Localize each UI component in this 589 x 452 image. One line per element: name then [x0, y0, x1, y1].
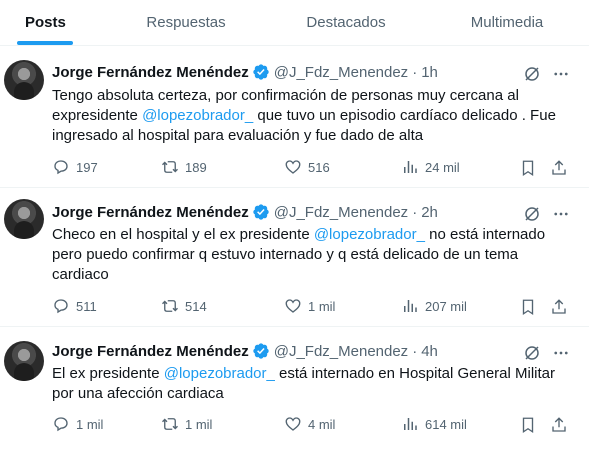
repost-button[interactable]: 514: [161, 297, 207, 315]
repost-button[interactable]: 189: [161, 158, 207, 176]
repost-icon: [162, 300, 178, 312]
like-icon: [285, 417, 301, 431]
like-count: 4 mil: [308, 416, 336, 432]
views-count: 207 mil: [425, 298, 467, 314]
repost-button[interactable]: 1 mil: [161, 415, 212, 433]
share-icon[interactable]: [550, 298, 568, 316]
repost-icon: [162, 161, 178, 173]
tweet-actions: 1 mil 1 mil 4 mil 614 mil: [52, 415, 582, 435]
avatar[interactable]: [4, 199, 44, 239]
tab-label: Multimedia: [470, 14, 544, 31]
share-icon[interactable]: [550, 159, 568, 177]
mention-link[interactable]: @lopezobrador_: [314, 226, 425, 243]
author-name[interactable]: Jorge Fernández Menéndez: [52, 64, 249, 81]
reply-icon: [54, 299, 68, 314]
tweet[interactable]: Jorge Fernández Menéndez @J_Fdz_Menendez…: [0, 327, 589, 452]
verified-badge-icon: [253, 343, 269, 359]
views-count: 614 mil: [425, 416, 467, 432]
views-count: 24 mil: [425, 159, 460, 175]
active-tab-indicator: [17, 41, 73, 45]
tweet[interactable]: Jorge Fernández Menéndez @J_Fdz_Menendez…: [0, 47, 589, 188]
reply-count: 1 mil: [76, 416, 104, 432]
verified-badge-icon: [253, 64, 269, 80]
timestamp[interactable]: 1h: [421, 64, 438, 81]
reply-count: 511: [76, 298, 97, 314]
repost-count: 189: [185, 159, 207, 175]
like-button[interactable]: 516: [284, 158, 330, 176]
reply-button[interactable]: 1 mil: [52, 415, 103, 433]
tab-media[interactable]: Multimedia: [425, 0, 589, 45]
tab-label: Respuestas: [146, 14, 226, 31]
author-name[interactable]: Jorge Fernández Menéndez: [52, 343, 249, 360]
more-icon[interactable]: [551, 205, 571, 223]
tweet-text-part: Checo en el hospital y el ex presidente: [52, 226, 314, 243]
like-icon: [285, 299, 301, 313]
more-icon[interactable]: [551, 344, 571, 362]
tweet-text: Checo en el hospital y el ex presidente …: [52, 225, 572, 285]
tweet-actions: 197 189 516 24 mil: [52, 158, 582, 178]
reply-icon: [54, 160, 68, 175]
repost-icon: [162, 418, 178, 430]
tab-label: Destacados: [306, 14, 386, 31]
verified-badge-icon: [253, 204, 269, 220]
like-count: 516: [308, 159, 330, 175]
more-icon[interactable]: [551, 65, 571, 83]
tweet[interactable]: Jorge Fernández Menéndez @J_Fdz_Menendez…: [0, 188, 589, 327]
mention-link[interactable]: @lopezobrador_: [164, 365, 275, 382]
views-icon: [404, 300, 417, 312]
avatar[interactable]: [4, 341, 44, 381]
bookmark-icon[interactable]: [519, 416, 537, 434]
grok-icon[interactable]: [523, 344, 541, 362]
views-icon: [404, 418, 417, 430]
tweet-header: Jorge Fernández Menéndez @J_Fdz_Menendez…: [52, 203, 438, 221]
tweet-header: Jorge Fernández Menéndez @J_Fdz_Menendez…: [52, 342, 438, 360]
mention-link[interactable]: @lopezobrador_: [142, 107, 253, 124]
tab-highlights[interactable]: Destacados: [267, 0, 425, 45]
author-handle[interactable]: @J_Fdz_Menendez: [274, 343, 408, 360]
like-count: 1 mil: [308, 298, 336, 314]
bookmark-icon[interactable]: [519, 159, 537, 177]
separator: ·: [412, 203, 418, 221]
views-button[interactable]: 24 mil: [401, 158, 460, 176]
reply-button[interactable]: 511: [52, 297, 97, 315]
share-icon[interactable]: [550, 416, 568, 434]
author-handle[interactable]: @J_Fdz_Menendez: [274, 64, 408, 81]
like-button[interactable]: 1 mil: [284, 297, 335, 315]
tab-label: Posts: [25, 14, 66, 31]
repost-count: 1 mil: [185, 416, 213, 432]
tweet-text: El ex presidente @lopezobrador_ está int…: [52, 364, 572, 404]
author-name[interactable]: Jorge Fernández Menéndez: [52, 204, 249, 221]
like-icon: [285, 160, 301, 174]
reply-icon: [54, 417, 68, 432]
bookmark-icon[interactable]: [519, 298, 537, 316]
separator: ·: [412, 342, 418, 360]
tab-posts[interactable]: Posts: [0, 0, 105, 45]
tweet-text-part: El ex presidente: [52, 365, 164, 382]
tweet-actions: 511 514 1 mil 207 mil: [52, 297, 582, 317]
profile-tabs: Posts Respuestas Destacados Multimedia: [0, 0, 589, 46]
views-button[interactable]: 614 mil: [401, 415, 467, 433]
reply-count: 197: [76, 159, 98, 175]
views-icon: [404, 161, 417, 173]
like-button[interactable]: 4 mil: [284, 415, 335, 433]
repost-count: 514: [185, 298, 207, 314]
timestamp[interactable]: 2h: [421, 204, 438, 221]
author-handle[interactable]: @J_Fdz_Menendez: [274, 204, 408, 221]
timestamp[interactable]: 4h: [421, 343, 438, 360]
reply-button[interactable]: 197: [52, 158, 98, 176]
separator: ·: [412, 63, 418, 81]
grok-icon[interactable]: [523, 65, 541, 83]
avatar[interactable]: [4, 60, 44, 100]
tweet-text: Tengo absoluta certeza, por confirmación…: [52, 86, 572, 146]
tweet-header: Jorge Fernández Menéndez @J_Fdz_Menendez…: [52, 63, 438, 81]
tab-replies[interactable]: Respuestas: [105, 0, 267, 45]
views-button[interactable]: 207 mil: [401, 297, 467, 315]
grok-icon[interactable]: [523, 205, 541, 223]
